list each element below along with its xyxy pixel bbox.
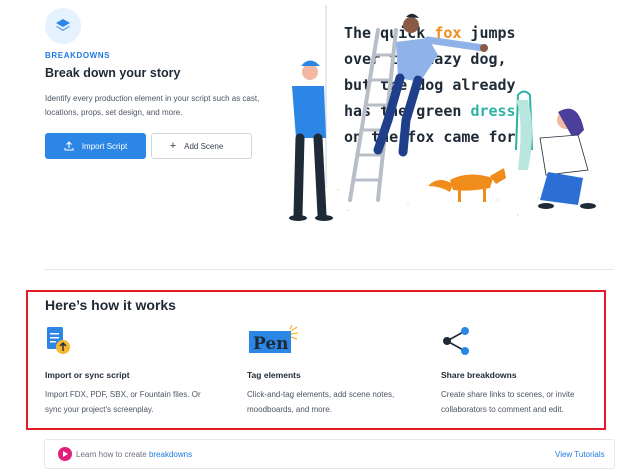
upload-icon: [64, 141, 74, 151]
import-script-label: Import Script: [81, 141, 128, 151]
page-title: Break down your story: [45, 66, 181, 80]
step-import-description: Import FDX, PDF, SBX, or Fountain files.…: [45, 390, 201, 414]
page-description: Identify every production element in you…: [45, 94, 260, 117]
share-icon: [441, 325, 473, 357]
add-scene-label: Add Scene: [184, 141, 224, 151]
add-scene-button[interactable]: + Add Scene: [151, 133, 252, 159]
svg-text:Pen: Pen: [253, 334, 289, 354]
hero-illustration: The quick fox jumps over the lazy dog, b…: [289, 5, 596, 221]
play-icon[interactable]: [58, 447, 72, 461]
view-tutorials-link[interactable]: View Tutorials: [555, 450, 605, 459]
breakdowns-tutorial-link[interactable]: breakdowns: [149, 450, 192, 459]
import-script-button[interactable]: Import Script: [45, 133, 146, 159]
how-it-works-title: Here’s how it works: [45, 297, 176, 313]
section-eyebrow: BREAKDOWNS: [45, 51, 111, 60]
plus-icon: +: [169, 140, 177, 152]
step-import-title: Import or sync script: [45, 370, 130, 380]
step-share-description: Create share links to scenes, or invite …: [441, 390, 575, 414]
step-tag-title: Tag elements: [247, 370, 301, 380]
breakdowns-layers-icon: [45, 8, 81, 44]
pen-tag-icon: Pen: [247, 324, 299, 357]
section-divider: [44, 269, 614, 270]
step-share-title: Share breakdowns: [441, 370, 517, 380]
step-tag-description: Click-and-tag elements, add scene notes,…: [247, 390, 395, 414]
document-upload-icon: [45, 325, 77, 357]
tutorial-text: Learn how to create breakdowns: [76, 450, 193, 459]
